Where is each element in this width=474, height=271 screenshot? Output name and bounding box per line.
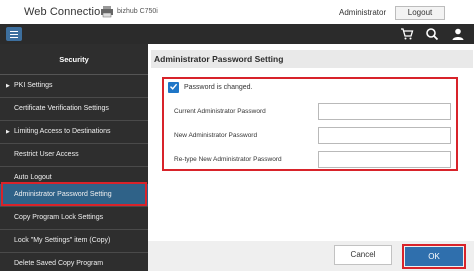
sidebar-item-certificate-verification[interactable]: Certificate Verification Settings <box>0 98 148 121</box>
retype-password-label: Re-type New Administrator Password <box>174 156 282 163</box>
logout-button[interactable]: Logout <box>395 6 445 20</box>
printer-icon <box>101 6 113 18</box>
check-icon <box>170 83 178 90</box>
current-password-label: Current Administrator Password <box>174 108 266 115</box>
ok-button[interactable]: OK <box>405 247 463 266</box>
app-window: Web Connection bizhub C750i Administrato… <box>0 0 474 271</box>
menu-line <box>10 33 18 35</box>
password-changed-label: Password is changed. <box>184 84 253 91</box>
current-user: Administrator <box>339 8 387 17</box>
device-model: bizhub C750i <box>117 8 158 15</box>
new-password-field[interactable] <box>318 127 451 144</box>
brand-title: Web Connection <box>24 6 107 18</box>
sidebar-title: Security <box>0 44 148 75</box>
current-password-field[interactable] <box>318 103 451 120</box>
sidebar-item-restrict-user-access[interactable]: Restrict User Access <box>0 144 148 167</box>
cancel-button[interactable]: Cancel <box>334 245 392 265</box>
sidebar-item-lock-my-settings[interactable]: Lock "My Settings" item (Copy) <box>0 230 148 253</box>
password-changed-checkbox[interactable] <box>168 82 179 93</box>
user-icon[interactable] <box>451 27 465 41</box>
menu-icon[interactable] <box>6 27 22 41</box>
active-item-highlight <box>1 182 147 206</box>
toolbar <box>0 24 474 44</box>
sidebar: Security PKI Settings Certificate Verifi… <box>0 44 148 271</box>
top-bar: Web Connection bizhub C750i Administrato… <box>0 0 474 24</box>
sidebar-item-copy-program-lock[interactable]: Copy Program Lock Settings <box>0 207 148 230</box>
menu-line <box>10 36 18 38</box>
retype-password-field[interactable] <box>318 151 451 168</box>
sidebar-item-pki-settings[interactable]: PKI Settings <box>0 75 148 98</box>
page-title: Administrator Password Setting <box>151 50 473 68</box>
main-panel: Administrator Password Setting Password … <box>148 44 474 271</box>
sidebar-item-delete-saved-copy[interactable]: Delete Saved Copy Program <box>0 253 148 271</box>
sidebar-item-limiting-access[interactable]: Limiting Access to Destinations <box>0 121 148 144</box>
search-icon[interactable] <box>425 27 439 41</box>
cart-icon[interactable] <box>400 27 414 41</box>
new-password-label: New Administrator Password <box>174 132 258 139</box>
menu-line <box>10 30 18 32</box>
